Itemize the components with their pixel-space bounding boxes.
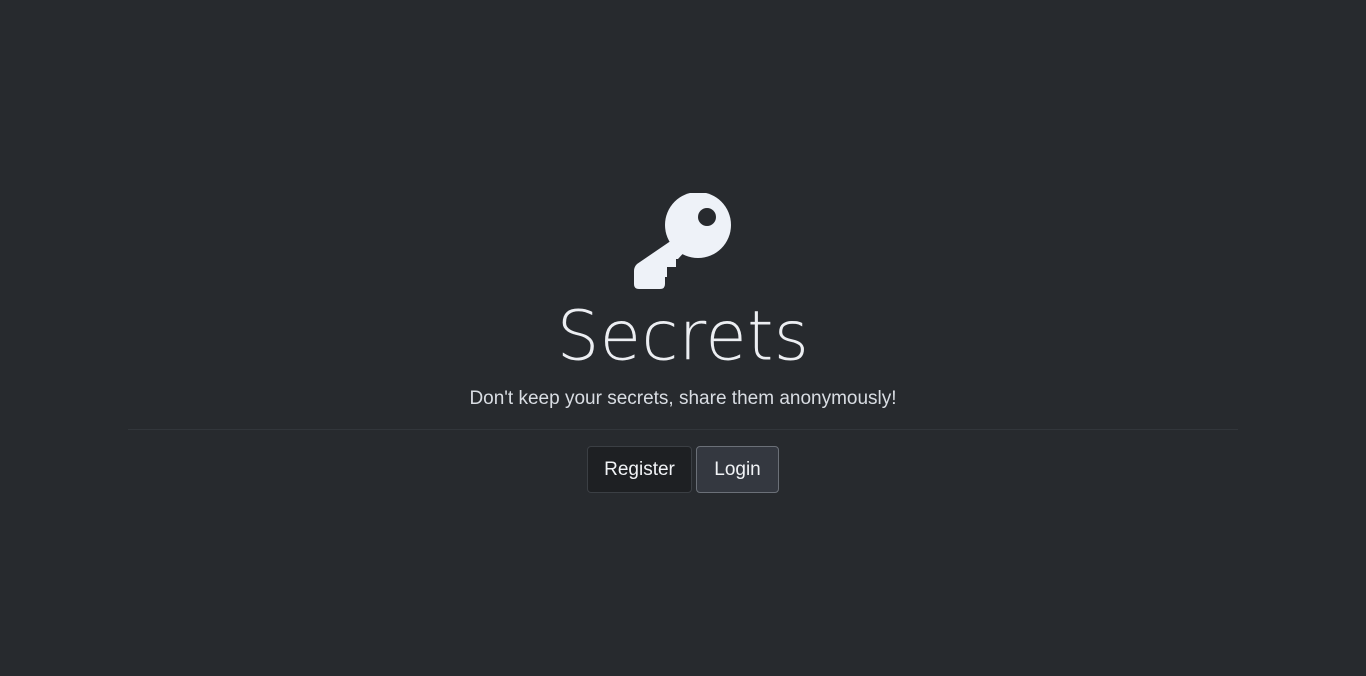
auth-buttons: Register Login [587,446,779,493]
landing-page: Secrets Don't keep your secrets, share t… [0,0,1366,676]
register-button[interactable]: Register [587,446,692,493]
key-icon [634,193,732,289]
login-button[interactable]: Login [696,446,779,493]
divider [128,429,1238,430]
page-title: Secrets [556,296,810,376]
tagline: Don't keep your secrets, share them anon… [469,388,897,409]
